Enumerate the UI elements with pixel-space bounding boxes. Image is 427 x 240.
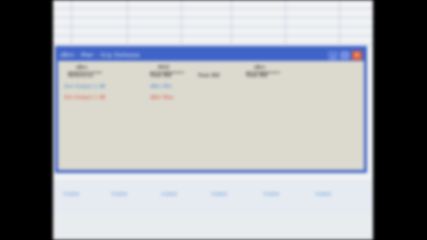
row-0-value: dBm Min [150, 84, 172, 90]
header-1-bottom: Peak BW [150, 73, 172, 79]
grid-col [339, 0, 340, 44]
dialog-window: dBm - Mwr - Grp Delease _ □ × dBm Refere… [55, 46, 367, 173]
strip-label[interactable]: Y.GRID [263, 192, 279, 198]
strip-label[interactable]: Y.GRID [111, 192, 127, 198]
strip-label[interactable]: Y.GRID [161, 192, 177, 198]
dialog-titlebar[interactable]: dBm - Mwr - Grp Delease _ □ × [58, 49, 364, 61]
grid-col [127, 0, 128, 44]
grid-row [53, 27, 373, 36]
strip-label[interactable]: Y.GRID [211, 192, 227, 198]
bottom-strip: Y.GRID Y.GRID Y.GRID Y.GRID Y.GRID Y.GRI… [53, 180, 373, 214]
row-1-label: Sim Output 1 dB [64, 95, 106, 101]
grid-row [53, 36, 373, 45]
grid-col [71, 0, 72, 44]
strip-label[interactable]: Y.GRID [63, 192, 79, 198]
row-0-label: Sim Output 1 dB [64, 84, 106, 90]
grid-col [231, 0, 232, 44]
screen: dBm - Mwr - Grp Delease _ □ × dBm Refere… [53, 0, 373, 240]
row-1-value: dBm Max [150, 95, 174, 101]
header-2-bottom: Peak BW [198, 73, 220, 79]
grid-row [53, 0, 373, 9]
minimize-button[interactable]: _ [328, 50, 338, 60]
dialog-title: dBm - Mwr - Grp Delease [60, 51, 140, 59]
grid-row [53, 18, 373, 27]
grid-row [53, 9, 373, 18]
header-3-bottom: Peak BW [246, 73, 268, 79]
header-1-top: MHZ [158, 65, 170, 71]
dialog-client-area: dBm Reference MHZ Peak BW Peak BW dBm Pe… [58, 61, 364, 170]
maximize-button[interactable]: □ [340, 50, 350, 60]
bottom-bar [53, 214, 373, 240]
header-0-top: dBm [76, 65, 88, 71]
grid-col [181, 0, 182, 44]
header-0-bottom: Reference [68, 73, 94, 79]
close-button[interactable]: × [352, 50, 362, 60]
grid-col [285, 0, 286, 44]
strip-label[interactable]: Y.GRID [315, 192, 331, 198]
header-3-top: dBm [254, 65, 266, 71]
